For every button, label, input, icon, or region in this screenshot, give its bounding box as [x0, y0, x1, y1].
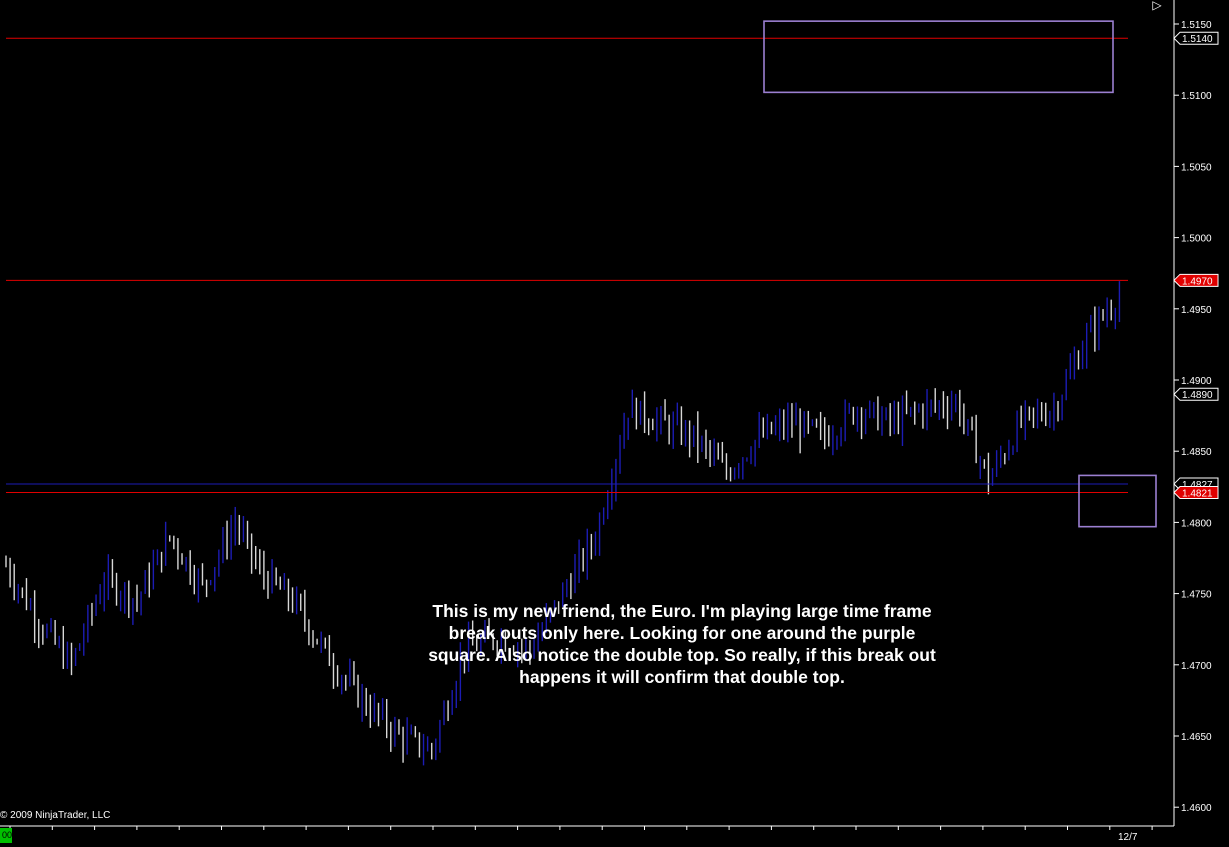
price-marker-1: 1.4970 — [1173, 273, 1219, 287]
chart-annotation: This is my new friend, the Euro. I'm pla… — [428, 601, 936, 687]
price-tick-label-2: 1.5050 — [1181, 162, 1212, 173]
price-marker-label-4: 1.4821 — [1182, 488, 1213, 499]
price-marker-label-1: 1.4970 — [1182, 276, 1213, 287]
price-tick-label-3: 1.5000 — [1181, 234, 1212, 245]
price-marker-label-2: 1.4890 — [1182, 390, 1213, 401]
price-tick-label-4: 1.4950 — [1181, 305, 1212, 316]
price-tick-label-0: 1.5150 — [1181, 20, 1212, 31]
price-marker-label-0: 1.5140 — [1182, 34, 1213, 45]
time-tick-label-0: 12/7 — [1118, 832, 1138, 843]
price-tick-label-9: 1.4700 — [1181, 661, 1212, 672]
scroll-right-icon[interactable]: ▷ — [1146, 0, 1168, 11]
price-tick-label-8: 1.4750 — [1181, 590, 1212, 601]
price-marker-0: 1.5140 — [1173, 31, 1219, 45]
price-tick-label-11: 1.4600 — [1181, 803, 1212, 814]
price-tick-label-7: 1.4800 — [1181, 518, 1212, 529]
price-tick-label-6: 1.4850 — [1181, 447, 1212, 458]
price-marker-4: 1.4821 — [1173, 485, 1219, 499]
copyright-text: © 2009 NinjaTrader, LLC — [0, 810, 111, 821]
price-tick-label-1: 1.5100 — [1181, 91, 1212, 102]
price-tick-label-10: 1.4650 — [1181, 732, 1212, 743]
corner-tag: 00 — [0, 828, 12, 843]
price-chart: 1.5150 1.5100 1.5050 1.5000 1.4950 1.4900 1.48… — [0, 0, 1229, 847]
price-tick-label-5: 1.4900 — [1181, 376, 1212, 387]
price-marker-2: 1.4890 — [1173, 387, 1219, 401]
